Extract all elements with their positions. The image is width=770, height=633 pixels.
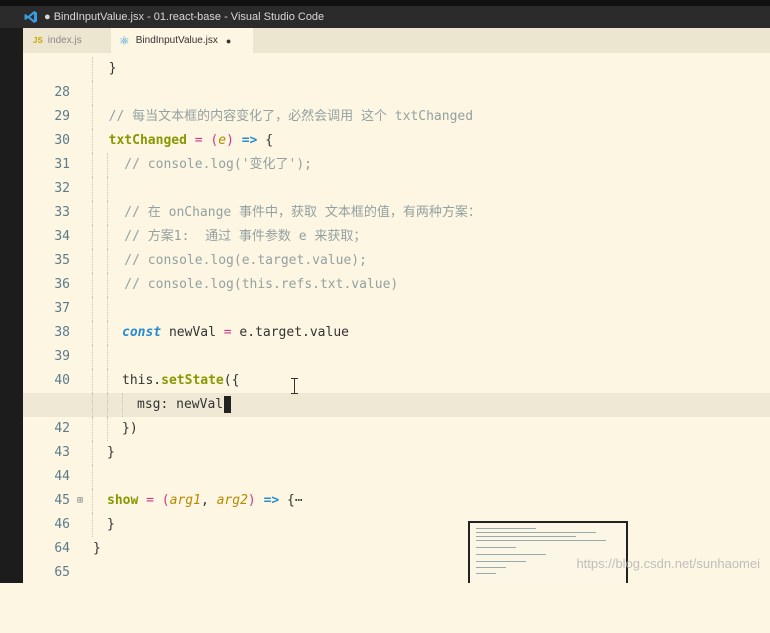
code-text: } [93, 61, 117, 76]
code-line: 39 const newVal = e.target.value [23, 321, 770, 364]
code-text: } [107, 445, 115, 460]
editor-tabs: JS index.js ⚛ BindInputValue.jsx ● [23, 28, 770, 53]
comment-text: // console.log('变化了'); [93, 157, 313, 172]
code-editor[interactable]: 28 } 29 30 // 每当文本框的内容变化了，必然会调用 这个 txtCh… [23, 53, 770, 583]
fold-expand-icon[interactable]: ⊞ [77, 489, 83, 513]
code-line: 34 // 在 onChange 事件中，获取 文本框的值，有两种方案： [23, 201, 770, 244]
code-line: 37 // console.log(this.refs.txt.value) [23, 273, 770, 316]
js-file-icon: JS [33, 36, 43, 45]
code-line: 30 // 每当文本框的内容变化了，必然会调用 这个 txtChanged [23, 105, 770, 148]
code-text: const newVal = e.target.value [122, 325, 349, 340]
react-file-icon: ⚛ [119, 33, 130, 48]
code-line: 40 [23, 345, 770, 388]
watermark-text: https://blog.csdn.net/sunhaomei [576, 556, 760, 571]
text-cursor [224, 396, 232, 413]
code-line: 46 ⊞ show = (arg1, arg2) => {⋯ [23, 489, 770, 532]
code-text: } [93, 541, 101, 556]
code-text: }) [122, 421, 138, 436]
code-line: 36 // console.log(e.target.value); [23, 249, 770, 292]
code-line: 45 [23, 465, 770, 508]
code-line: 41 this.setState({ [23, 369, 770, 412]
minimap-thumbnail[interactable] [468, 521, 628, 583]
code-text: this.setState({ [122, 373, 240, 388]
vscode-logo-icon [24, 11, 37, 23]
current-code-line: 42 msg: newVal [23, 393, 770, 436]
code-line: 43 }) [23, 417, 770, 460]
code-line: 35 // 方案1: 通过 事件参数 e 来获取； [23, 225, 770, 268]
comment-text: // console.log(e.target.value); [93, 253, 367, 268]
comment-text: // 每当文本框的内容变化了，必然会调用 这个 txtChanged [93, 109, 474, 124]
activity-bar [0, 28, 23, 583]
window-title: ● BindInputValue.jsx - 01.react-base - V… [44, 11, 325, 23]
code-text: txtChanged = (e) => { [93, 133, 274, 148]
comment-text: // 在 onChange 事件中，获取 文本框的值，有两种方案： [93, 205, 481, 220]
mouse-ibeam-cursor-icon [291, 378, 298, 394]
tab-bindinputvalue-jsx[interactable]: ⚛ BindInputValue.jsx ● [111, 28, 253, 53]
code-text: } [107, 517, 115, 532]
tab-label: index.js [47, 35, 82, 46]
code-line: 29 [23, 81, 770, 124]
code-line: 31 txtChanged = (e) => { [23, 129, 770, 172]
line-number: 65 [54, 565, 70, 580]
comment-text: // console.log(this.refs.txt.value) [93, 277, 399, 292]
code-line: 28 } [23, 57, 770, 100]
code-line: 64 } [23, 513, 770, 556]
tab-index-js[interactable]: JS index.js [23, 28, 111, 53]
code-text: msg: newVal [137, 393, 232, 417]
code-text: show = (arg1, arg2) => {⋯ [107, 493, 303, 508]
code-line: 44 } [23, 441, 770, 484]
code-line: 33 [23, 177, 770, 220]
unsaved-dot-icon[interactable]: ● [226, 36, 231, 46]
title-bar: ● BindInputValue.jsx - 01.react-base - V… [0, 0, 770, 28]
code-line: 32 // console.log('变化了'); [23, 153, 770, 196]
tab-label: BindInputValue.jsx [135, 35, 218, 46]
comment-text: // 方案1: 通过 事件参数 e 来获取； [93, 229, 367, 244]
code-line: 38 [23, 297, 770, 340]
